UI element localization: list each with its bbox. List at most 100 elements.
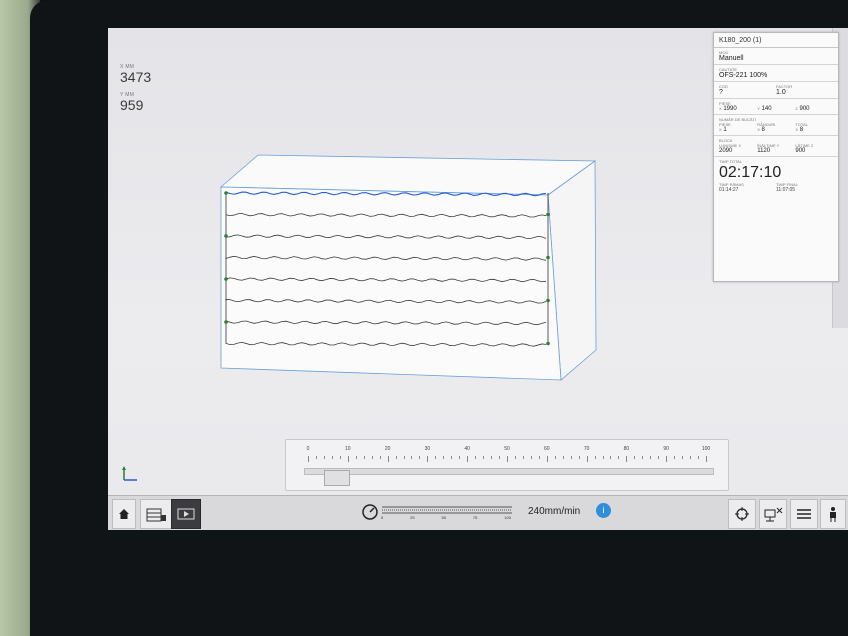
- block-height-value: 1120: [757, 148, 771, 154]
- play-screen-icon: [177, 508, 195, 520]
- slider-minor-tick: [578, 456, 580, 459]
- slider-minor-tick: [427, 456, 429, 462]
- slider-minor-tick: [363, 456, 365, 459]
- slider-minor-tick: [443, 456, 445, 459]
- slider-minor-tick: [706, 456, 707, 462]
- slider-minor-tick: [467, 456, 469, 462]
- speed-scale-label: 25: [410, 515, 415, 520]
- slider-minor-tick: [331, 456, 333, 459]
- machine-screen: X MM 3473 Y MM 959 K180_200 (1) MOD Manu…: [108, 28, 848, 530]
- cut-end-marker: [546, 341, 550, 346]
- slider-minor-tick: [634, 456, 636, 459]
- material-value: OFS-221 100%: [719, 72, 768, 79]
- axes-icon: [122, 466, 137, 481]
- slider-tick-label: 20: [384, 446, 391, 452]
- slider-tick-label: 60: [544, 446, 550, 452]
- slider-minor-tick: [387, 456, 389, 462]
- slider-minor-tick: [315, 456, 317, 459]
- slider-tick-label: 100: [701, 446, 711, 452]
- slider-scale: 0 10 20 30 40 50 60 70 80 90 100: [307, 446, 710, 466]
- factor-value: 1.0: [776, 89, 786, 96]
- piese-count-value: 1: [723, 127, 727, 133]
- dim-x-value: 1990: [723, 106, 737, 112]
- slider-tick-label: 10: [345, 446, 351, 452]
- slider-minor-tick: [459, 456, 461, 459]
- slider-minor-tick: [546, 456, 548, 462]
- crosshair-icon: [735, 507, 749, 521]
- job-title[interactable]: K180_200 (1): [714, 33, 838, 48]
- speed-scale-labels: 0 25 50 75 100: [381, 515, 511, 520]
- slider-minor-tick: [371, 456, 373, 459]
- slider-minor-tick: [554, 456, 556, 459]
- slider-minor-tick: [395, 456, 397, 459]
- view-mode-button[interactable]: [140, 499, 172, 529]
- slider-minor-tick: [586, 456, 588, 462]
- speed-scale-label: 75: [472, 515, 478, 520]
- network-button[interactable]: [759, 499, 787, 529]
- dim-z-axis: Z: [795, 106, 798, 111]
- slider-minor-tick: [499, 456, 501, 459]
- slider-tick-label: 90: [663, 446, 669, 452]
- home-button[interactable]: [112, 499, 136, 529]
- slider-minor-tick: [475, 456, 477, 459]
- speed-scale[interactable]: 0 25 50 75 100: [381, 503, 513, 521]
- total-axis: X: [795, 127, 799, 132]
- machine-control-button[interactable]: [820, 499, 846, 529]
- block-width-value: 900: [795, 148, 806, 154]
- slider-minor-tick: [339, 456, 341, 459]
- slider-minor-tick: [379, 456, 381, 459]
- randuri-axis: X: [757, 127, 760, 132]
- slider-tick-label: 50: [504, 446, 510, 452]
- slider-thumb[interactable]: [323, 470, 350, 486]
- slider-minor-tick: [411, 456, 413, 459]
- speed-scale-label: 50: [441, 515, 446, 520]
- total-time-value: 02:17:10: [719, 164, 782, 181]
- slider-tick-label: 70: [583, 446, 590, 452]
- slider-minor-tick: [538, 456, 540, 459]
- dim-x-axis: X: [719, 106, 722, 111]
- mode-section: MOD Manuell: [714, 48, 838, 65]
- time-section: TIMP TOTAL 02:17:10 TIMP RĂMAS 01:14:27 T…: [714, 157, 838, 195]
- slider-minor-tick: [514, 456, 516, 459]
- slider-minor-tick: [355, 456, 357, 459]
- block-size-section: BLOCK LUNGIME X 2090 ÎNĂLȚIME Y 1120 LĂȚIM…: [714, 136, 838, 157]
- slider-minor-tick: [308, 456, 309, 462]
- slider-minor-tick: [507, 456, 508, 462]
- slider-minor-tick: [594, 456, 596, 459]
- total-value: 8: [799, 127, 804, 133]
- slider-minor-tick: [602, 456, 604, 459]
- piece-count-section: NUMĂR DE BUCĂȚI PIESE X 1 RÂNDURI X 8 TO…: [714, 115, 838, 136]
- cut-start-marker: [224, 277, 228, 281]
- menu-button[interactable]: [790, 499, 818, 529]
- cut-start-marker: [224, 320, 228, 324]
- slider-minor-tick: [483, 456, 485, 459]
- speed-scale-label: 0: [381, 515, 384, 520]
- machine-view-icon: [146, 508, 166, 522]
- slider-minor-tick: [347, 456, 349, 462]
- dim-y-value: 140: [761, 106, 772, 112]
- play-mode-button[interactable]: [171, 499, 201, 529]
- cod-value: ?: [719, 89, 723, 96]
- progress-slider-panel: 0 10 20 30 40 50 60 70 80 90 100: [285, 439, 729, 491]
- slider-minor-tick: [658, 456, 660, 459]
- remaining-time-value: 01:14:27: [719, 187, 739, 193]
- slider-minor-tick: [419, 456, 421, 459]
- feed-rate: 240mm/min: [528, 506, 581, 517]
- slider-tick-label: 80: [623, 446, 630, 452]
- slider-minor-tick: [682, 456, 684, 459]
- slider-minor-tick: [403, 456, 405, 459]
- slider-minor-tick: [562, 456, 564, 459]
- dim-z-value: 900: [799, 106, 810, 112]
- piese-count-axis: X: [719, 127, 722, 132]
- info-button[interactable]: i: [596, 503, 611, 518]
- slider-minor-tick: [674, 456, 676, 459]
- slider-tick-label: 40: [464, 446, 470, 452]
- slider-rail[interactable]: [304, 468, 714, 475]
- material-section: CAUTATE OFS-221 100%: [714, 65, 838, 82]
- speed-scale-label: 100: [504, 515, 511, 520]
- target-button[interactable]: [728, 499, 756, 529]
- cut-start-marker: [224, 191, 228, 195]
- slider-minor-tick: [610, 456, 612, 459]
- slider-minor-tick: [626, 456, 628, 462]
- cut-end-marker: [546, 255, 550, 260]
